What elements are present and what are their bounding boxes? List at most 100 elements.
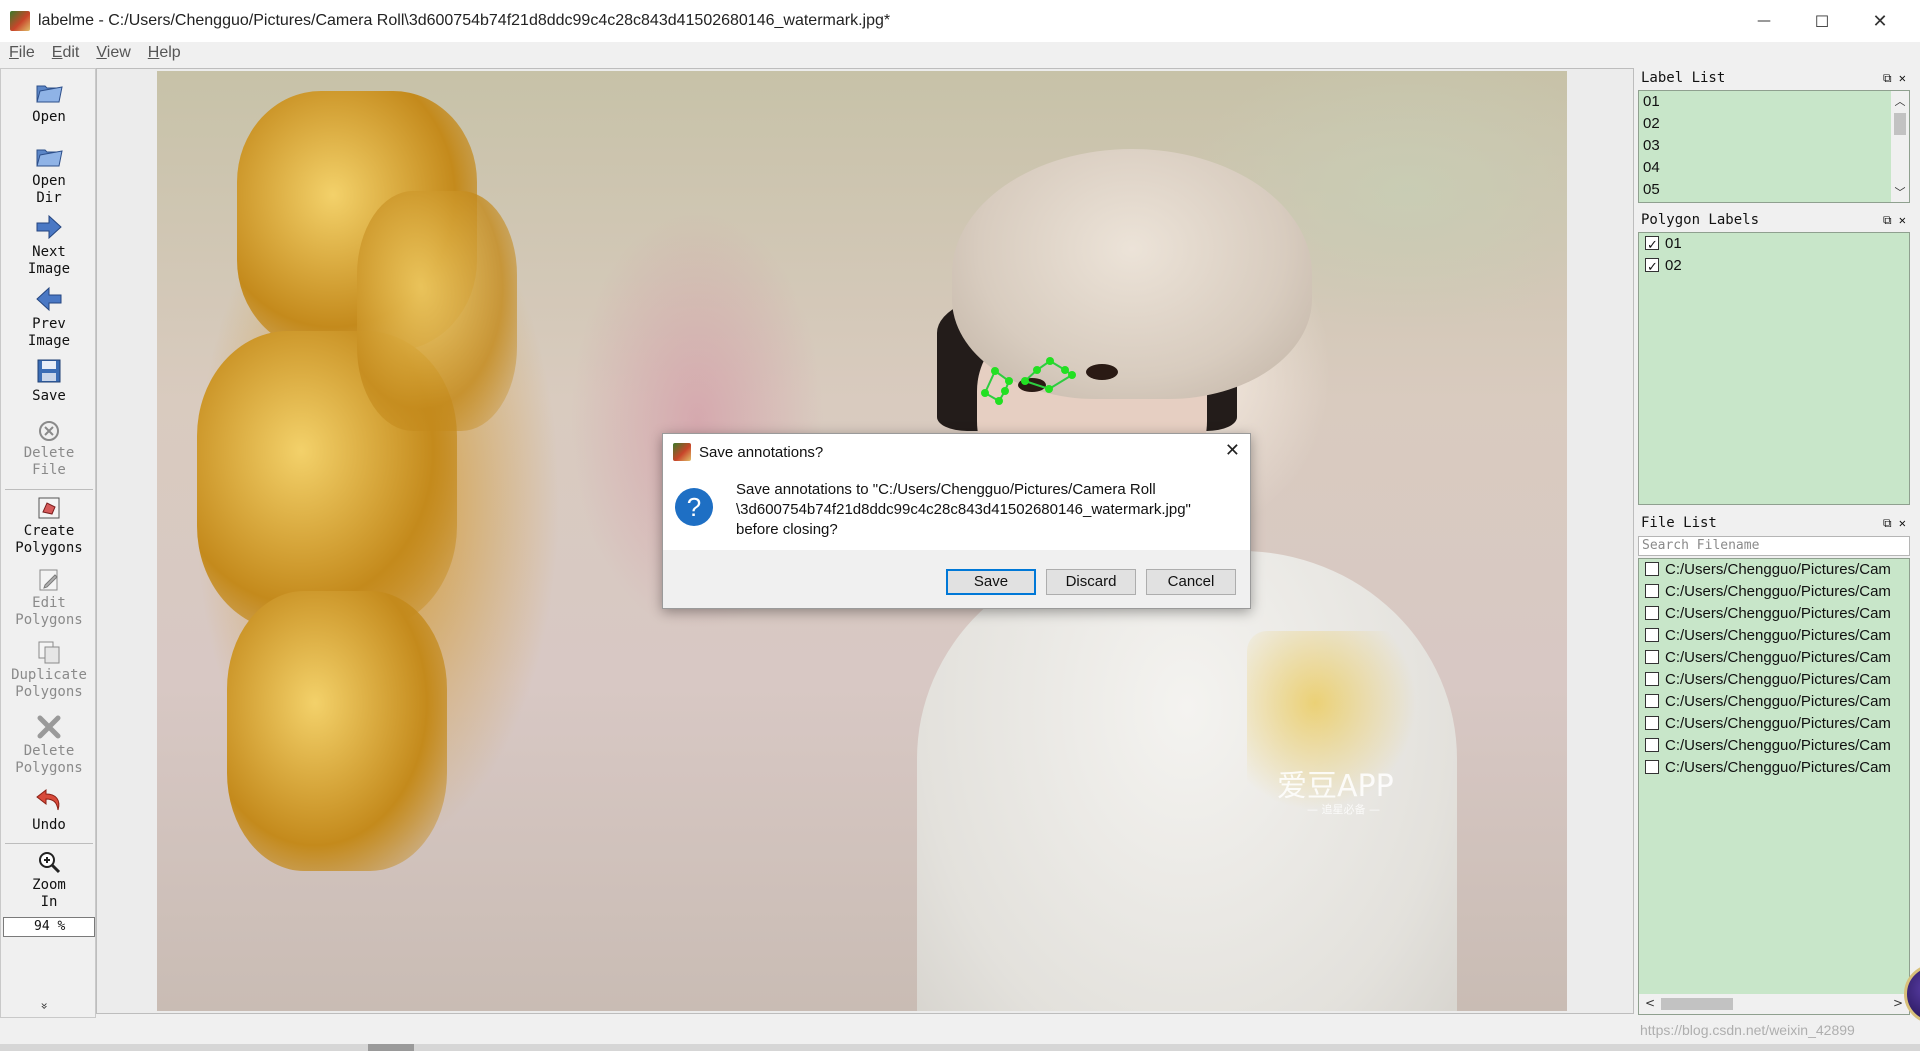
save-toolbar-button[interactable]: Save bbox=[1, 356, 97, 405]
menu-file[interactable]: File bbox=[9, 44, 35, 62]
menu-edit[interactable]: Edit bbox=[52, 44, 80, 62]
checkbox-unchecked[interactable] bbox=[1645, 562, 1659, 576]
label-list-item[interactable]: 02 bbox=[1639, 113, 1909, 135]
title-bar: labelme - C:/Users/Chengguo/Pictures/Cam… bbox=[0, 0, 1920, 42]
checkbox-unchecked[interactable] bbox=[1645, 760, 1659, 774]
menu-file-label: ile bbox=[18, 44, 35, 61]
dialog-message-line: before closing? bbox=[736, 521, 838, 538]
close-button[interactable]: ✕ bbox=[1851, 0, 1909, 42]
menu-help-label: elp bbox=[159, 44, 181, 61]
menu-bar: File Edit View Help bbox=[0, 42, 1920, 64]
file-list-item[interactable]: C:/Users/Chengguo/Pictures/Cam bbox=[1639, 669, 1909, 691]
file-list-item[interactable]: C:/Users/Chengguo/Pictures/Cam bbox=[1639, 757, 1909, 779]
checkbox-unchecked[interactable] bbox=[1645, 650, 1659, 664]
create-polygons-button[interactable]: Create Polygons bbox=[1, 495, 97, 557]
checkbox-unchecked[interactable] bbox=[1645, 628, 1659, 642]
zoom-in-button[interactable]: Zoom In bbox=[1, 849, 97, 911]
dock-float-close-icons[interactable]: ⧉ ✕ bbox=[1883, 68, 1906, 88]
label-list-panel[interactable]: 01 02 03 04 05 ︿ ﹀ bbox=[1638, 90, 1910, 203]
menu-view[interactable]: View bbox=[96, 44, 130, 62]
polygon-vertex[interactable] bbox=[1033, 366, 1041, 374]
duplicate-polygons-button[interactable]: Duplicate Polygons bbox=[1, 639, 97, 701]
polygon-vertex[interactable] bbox=[991, 367, 999, 375]
polygon-vertex[interactable] bbox=[1021, 377, 1029, 385]
label-list-item[interactable]: 04 bbox=[1639, 157, 1909, 179]
file-list-item[interactable]: C:/Users/Chengguo/Pictures/Cam bbox=[1639, 581, 1909, 603]
polygon-vertex[interactable] bbox=[1045, 385, 1053, 393]
checkbox-unchecked[interactable] bbox=[1645, 672, 1659, 686]
checkbox-unchecked[interactable] bbox=[1645, 694, 1659, 708]
edit-polygons-label-1: Edit bbox=[32, 595, 66, 611]
label-list-item[interactable]: 05 bbox=[1639, 179, 1909, 201]
prev-image-button[interactable]: Prev Image bbox=[1, 284, 97, 350]
dialog-close-icon[interactable]: ✕ bbox=[1225, 440, 1240, 461]
checkbox-unchecked[interactable] bbox=[1645, 606, 1659, 620]
minimize-button[interactable]: — bbox=[1735, 0, 1793, 42]
open-button[interactable]: Open bbox=[1, 77, 97, 126]
file-list-item[interactable]: C:/Users/Chengguo/Pictures/Cam bbox=[1639, 603, 1909, 625]
scroll-down-icon[interactable]: ﹀ bbox=[1891, 184, 1909, 200]
label-list-scrollbar[interactable]: ︿ ﹀ bbox=[1891, 91, 1909, 202]
polygon-vertex[interactable] bbox=[1001, 387, 1009, 395]
file-list-item[interactable]: C:/Users/Chengguo/Pictures/Cam bbox=[1639, 713, 1909, 735]
polygon-label-item[interactable]: 01 bbox=[1639, 233, 1909, 256]
copy-icon bbox=[38, 641, 60, 664]
checkbox-unchecked[interactable] bbox=[1645, 584, 1659, 598]
file-path-text: C:/Users/Chengguo/Pictures/Cam bbox=[1665, 561, 1891, 578]
discard-button[interactable]: Discard bbox=[1046, 569, 1136, 595]
menu-help[interactable]: Help bbox=[148, 44, 181, 62]
polygon-vertex[interactable] bbox=[1061, 366, 1069, 374]
edit-polygons-button[interactable]: Edit Polygons bbox=[1, 567, 97, 629]
label-list-item[interactable]: 01 bbox=[1639, 91, 1909, 113]
save-button[interactable]: Save bbox=[946, 569, 1036, 595]
polygon-vertex[interactable] bbox=[1068, 371, 1076, 379]
toolbar-more-icon[interactable]: » bbox=[38, 1002, 52, 1009]
scroll-thumb[interactable] bbox=[1661, 998, 1733, 1010]
eye-right bbox=[1086, 364, 1118, 380]
delete-file-label-1: Delete bbox=[23, 445, 75, 461]
file-list-item[interactable]: C:/Users/Chengguo/Pictures/Cam bbox=[1639, 691, 1909, 713]
maximize-button[interactable]: ☐ bbox=[1793, 0, 1851, 42]
scroll-right-icon[interactable]: > bbox=[1893, 996, 1903, 1010]
delete-file-button[interactable]: Delete File bbox=[1, 419, 97, 479]
scroll-thumb[interactable] bbox=[1894, 113, 1906, 135]
zoom-level-input[interactable]: 94 % bbox=[3, 917, 95, 937]
dialog-title: Save annotations? bbox=[699, 443, 824, 461]
polygon-vertex[interactable] bbox=[995, 397, 1003, 405]
file-list-panel[interactable]: C:/Users/Chengguo/Pictures/Cam C:/Users/C… bbox=[1638, 558, 1910, 1015]
dock-float-close-icons[interactable]: ⧉ ✕ bbox=[1883, 513, 1906, 533]
file-path-text: C:/Users/Chengguo/Pictures/Cam bbox=[1665, 583, 1891, 600]
polygon-vertex[interactable] bbox=[1046, 357, 1054, 365]
checkbox-unchecked[interactable] bbox=[1645, 716, 1659, 730]
delete-polygons-label-1: Delete bbox=[23, 743, 75, 759]
file-list-item[interactable]: C:/Users/Chengguo/Pictures/Cam bbox=[1639, 625, 1909, 647]
file-list-item[interactable]: C:/Users/Chengguo/Pictures/Cam bbox=[1639, 735, 1909, 757]
file-path-text: C:/Users/Chengguo/Pictures/Cam bbox=[1665, 715, 1891, 732]
next-image-button[interactable]: Next Image bbox=[1, 212, 97, 278]
file-list-item[interactable]: C:/Users/Chengguo/Pictures/Cam bbox=[1639, 647, 1909, 669]
checkbox-checked[interactable] bbox=[1645, 256, 1659, 278]
polygon-vertex[interactable] bbox=[1005, 377, 1013, 385]
dialog-title-bar: Save annotations? ✕ bbox=[663, 434, 1250, 470]
menu-view-accel: V bbox=[96, 44, 107, 61]
polygon-label-item[interactable]: 02 bbox=[1639, 255, 1909, 278]
polygon-labels-title: Polygon Labels bbox=[1641, 212, 1760, 228]
checkbox-unchecked[interactable] bbox=[1645, 738, 1659, 752]
cancel-button[interactable]: Cancel bbox=[1146, 569, 1236, 595]
open-dir-button[interactable]: Open Dir bbox=[1, 141, 97, 207]
delete-polygons-button[interactable]: Delete Polygons bbox=[1, 713, 97, 777]
file-list-item[interactable]: C:/Users/Chengguo/Pictures/Cam bbox=[1639, 559, 1909, 581]
label-list-item[interactable]: 03 bbox=[1639, 135, 1909, 157]
checkbox-checked[interactable] bbox=[1645, 234, 1659, 256]
window-title: labelme - C:/Users/Chengguo/Pictures/Cam… bbox=[38, 12, 891, 29]
dock-float-close-icons[interactable]: ⧉ ✕ bbox=[1883, 210, 1906, 230]
scroll-left-icon[interactable]: < bbox=[1645, 996, 1655, 1010]
polygon-01[interactable] bbox=[983, 370, 1011, 403]
scroll-up-icon[interactable]: ︿ bbox=[1891, 93, 1909, 109]
polygon-labels-panel[interactable]: 01 02 bbox=[1638, 232, 1910, 505]
file-search-input[interactable]: Search Filename bbox=[1638, 536, 1910, 556]
polygon-labels-header: Polygon Labels ⧉ ✕ bbox=[1638, 210, 1910, 230]
polygon-vertex[interactable] bbox=[981, 389, 989, 397]
undo-button[interactable]: Undo bbox=[1, 785, 97, 834]
file-list-hscrollbar[interactable]: < > bbox=[1639, 994, 1909, 1014]
